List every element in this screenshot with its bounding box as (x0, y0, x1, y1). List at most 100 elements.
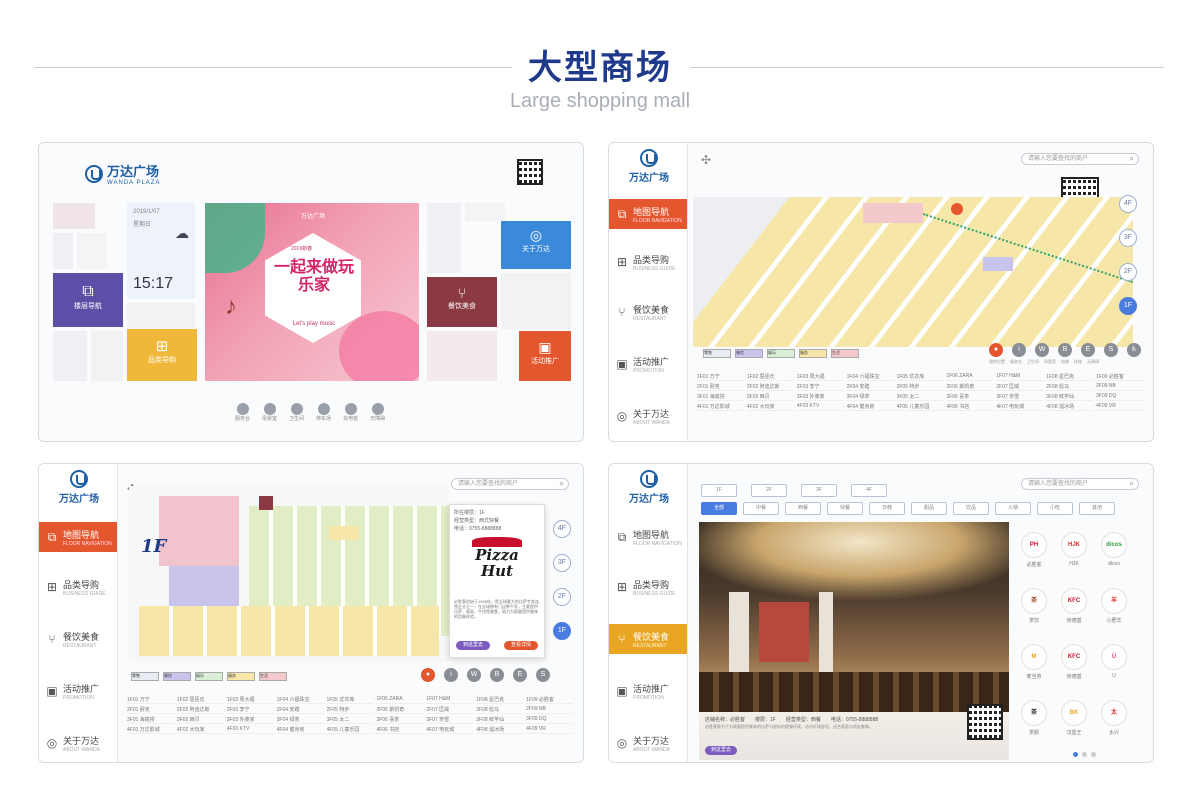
directory-entry[interactable]: 1F06 ZARA (946, 373, 994, 381)
sidebar-item-restaurant[interactable]: ⑂ 餐饮美食 RESTAURANT (609, 624, 687, 654)
brand-logo[interactable]: KFC (1061, 644, 1087, 670)
directory-entry[interactable]: 4F07 电玩城 (996, 403, 1044, 411)
service-item[interactable]: 无障碍 (370, 403, 385, 422)
brand-logo[interactable]: M (1021, 644, 1047, 670)
directory-entry[interactable]: 4F02 大玩家 (176, 726, 224, 734)
directory-entry[interactable]: 3F02 西贝 (746, 393, 794, 401)
sidebar-item-category[interactable]: ⊞ 品类导购 BUSINESS GUIDE (39, 572, 117, 602)
directory-entry[interactable]: 3F09 DQ (1096, 393, 1143, 401)
category-tab[interactable]: 中餐 (743, 502, 779, 515)
directory-entry[interactable]: 1F08 星巴克 (1046, 373, 1094, 381)
service-item[interactable]: 卫生间 (289, 403, 304, 422)
brand-logo[interactable]: KFC (1061, 588, 1087, 614)
directory-entry[interactable]: 2F01 耐克 (697, 383, 744, 391)
tile-promotion[interactable]: ▣ 活动推广 (519, 331, 571, 381)
page-dot-active[interactable] (1073, 752, 1078, 757)
compass-icon[interactable]: ✣ (701, 153, 711, 167)
service-item[interactable]: 服务台 (235, 403, 250, 422)
route-button[interactable]: 到这里去 (456, 641, 490, 650)
floor-button-2f[interactable]: 2F (1119, 263, 1137, 281)
floor-button-4f[interactable]: 4F (1119, 195, 1137, 213)
category-tab[interactable]: 小吃 (1037, 502, 1073, 515)
directory-entry[interactable]: 1F08 星巴克 (476, 696, 524, 704)
directory-entry[interactable]: 1F05 优衣库 (326, 696, 374, 704)
tile-restaurant[interactable]: ⑂ 餐饮美食 (427, 277, 497, 327)
directory-entry[interactable]: 3F07 奈雪 (426, 716, 474, 724)
service-item[interactable]: 母婴室 (262, 403, 277, 422)
service-item[interactable]: 充电桩 (343, 403, 358, 422)
map-3d-view[interactable] (693, 197, 1133, 347)
service-item[interactable]: 停车场 (316, 403, 331, 422)
directory-entry[interactable]: 4F02 大玩家 (746, 403, 794, 411)
directory-entry[interactable]: 4F05 儿童乐园 (326, 726, 374, 734)
directory-entry[interactable]: 1F06 ZARA (376, 696, 424, 704)
directory-entry[interactable]: 3F01 海底捞 (697, 393, 744, 401)
directory-entry[interactable]: 3F03 外婆家 (226, 716, 274, 724)
directory-entry[interactable]: 2F06 斯凯奇 (376, 706, 424, 714)
brand-logo[interactable]: BK (1061, 700, 1087, 726)
sidebar-item-about[interactable]: ◎ 关于万达 ABOUT WANDA (39, 728, 117, 758)
brand-logo[interactable]: 太 (1101, 700, 1127, 726)
directory-entry[interactable]: 2F01 耐克 (127, 706, 174, 714)
directory-entry[interactable]: 4F06 书店 (376, 726, 424, 734)
brand-logo[interactable]: PH (1021, 532, 1047, 558)
floor-button-1f[interactable]: 1F (553, 622, 571, 640)
floor-tab[interactable]: 4F (851, 484, 887, 497)
restroom-icon[interactable]: W (1035, 343, 1049, 357)
sidebar-item-about[interactable]: ◎ 关于万达 ABOUT WANDA (609, 401, 687, 431)
directory-entry[interactable]: 4F03 KTV (226, 726, 274, 734)
accessible-icon[interactable]: ♿ (1127, 343, 1141, 357)
directory-entry[interactable]: 2F02 阿迪达斯 (176, 706, 224, 714)
sidebar-item-promotion[interactable]: ▣ 活动推广 PROMOTION (609, 676, 687, 706)
promo-poster[interactable]: 万达广场 2019新春 一起来做玩乐家 Let's play music ♪ (205, 203, 419, 381)
mother-baby-icon[interactable]: B (1058, 343, 1072, 357)
directory-entry[interactable]: 2F07 匡威 (426, 706, 474, 714)
brand-logo[interactable]: 茶 (1021, 588, 1047, 614)
directory-entry[interactable]: 2F07 匡威 (996, 383, 1044, 391)
service-desk-icon[interactable]: i (444, 668, 458, 682)
brand-logo[interactable]: 茶 (1021, 700, 1047, 726)
sidebar-item-floor-nav[interactable]: ⧉ 地图导航 FLOOR NAVIGATION (609, 522, 687, 552)
map-2d-view[interactable] (129, 486, 449, 662)
search-input[interactable]: 请输入您要查找的商户 ⌕ (451, 478, 569, 490)
directory-entry[interactable]: 2F03 李宁 (796, 383, 844, 391)
directory-entry[interactable]: 1F01 万宁 (697, 373, 744, 381)
tile-category-guide[interactable]: ⊞ 品类导购 (127, 329, 197, 381)
directory-entry[interactable]: 2F06 斯凯奇 (946, 383, 994, 391)
directory-entry[interactable]: 4F08 溜冰场 (476, 726, 524, 734)
directory-entry[interactable]: 1F03 周大福 (796, 373, 844, 381)
directory-entry[interactable]: 3F09 DQ (526, 716, 573, 724)
directory-entry[interactable]: 2F05 特步 (326, 706, 374, 714)
search-input[interactable]: 请输入您要查找的商户 ⌕ (1021, 478, 1139, 490)
directory-entry[interactable]: 2F08 彪马 (476, 706, 524, 714)
directory-entry[interactable]: 1F01 万宁 (127, 696, 174, 704)
directory-entry[interactable]: 4F01 万达影城 (697, 403, 744, 411)
category-tab[interactable]: 日韩 (869, 502, 905, 515)
category-tab[interactable]: 饮品 (953, 502, 989, 515)
escalator-icon[interactable]: S (536, 668, 550, 682)
directory-entry[interactable]: 1F09 必胜客 (526, 696, 573, 704)
directory-entry[interactable]: 3F06 喜茶 (376, 716, 424, 724)
directory-entry[interactable]: 2F09 NB (1096, 383, 1143, 391)
escalator-icon[interactable]: S (1104, 343, 1118, 357)
category-tab[interactable]: 西餐 (785, 502, 821, 515)
category-tab[interactable]: 全部 (701, 502, 737, 515)
restroom-icon[interactable]: W (467, 668, 481, 682)
directory-entry[interactable]: 1F02 屈臣氏 (746, 373, 794, 381)
mother-baby-icon[interactable]: B (490, 668, 504, 682)
directory-entry[interactable]: 1F07 H&M (426, 696, 474, 704)
directory-entry[interactable]: 4F08 溜冰场 (1046, 403, 1094, 411)
directory-entry[interactable]: 1F04 六福珠宝 (846, 373, 894, 381)
directory-entry[interactable]: 3F01 海底捞 (127, 716, 174, 724)
directory-entry[interactable]: 1F05 优衣库 (896, 373, 944, 381)
sidebar-item-category[interactable]: ⊞ 品类导购 BUSINESS GUIDE (609, 572, 687, 602)
service-desk-icon[interactable]: i (1012, 343, 1026, 357)
floor-button-2f[interactable]: 2F (553, 588, 571, 606)
directory-entry[interactable]: 3F08 鲜芋仙 (476, 716, 524, 724)
sidebar-item-restaurant[interactable]: ⑂ 餐饮美食 RESTAURANT (609, 297, 687, 327)
page-dot[interactable] (1091, 752, 1096, 757)
sidebar-item-category[interactable]: ⊞ 品类导购 BUSINESS GUIDE (609, 247, 687, 277)
floor-button-3f[interactable]: 3F (553, 554, 571, 572)
directory-entry[interactable]: 3F05 太二 (896, 393, 944, 401)
directory-entry[interactable]: 2F02 阿迪达斯 (746, 383, 794, 391)
